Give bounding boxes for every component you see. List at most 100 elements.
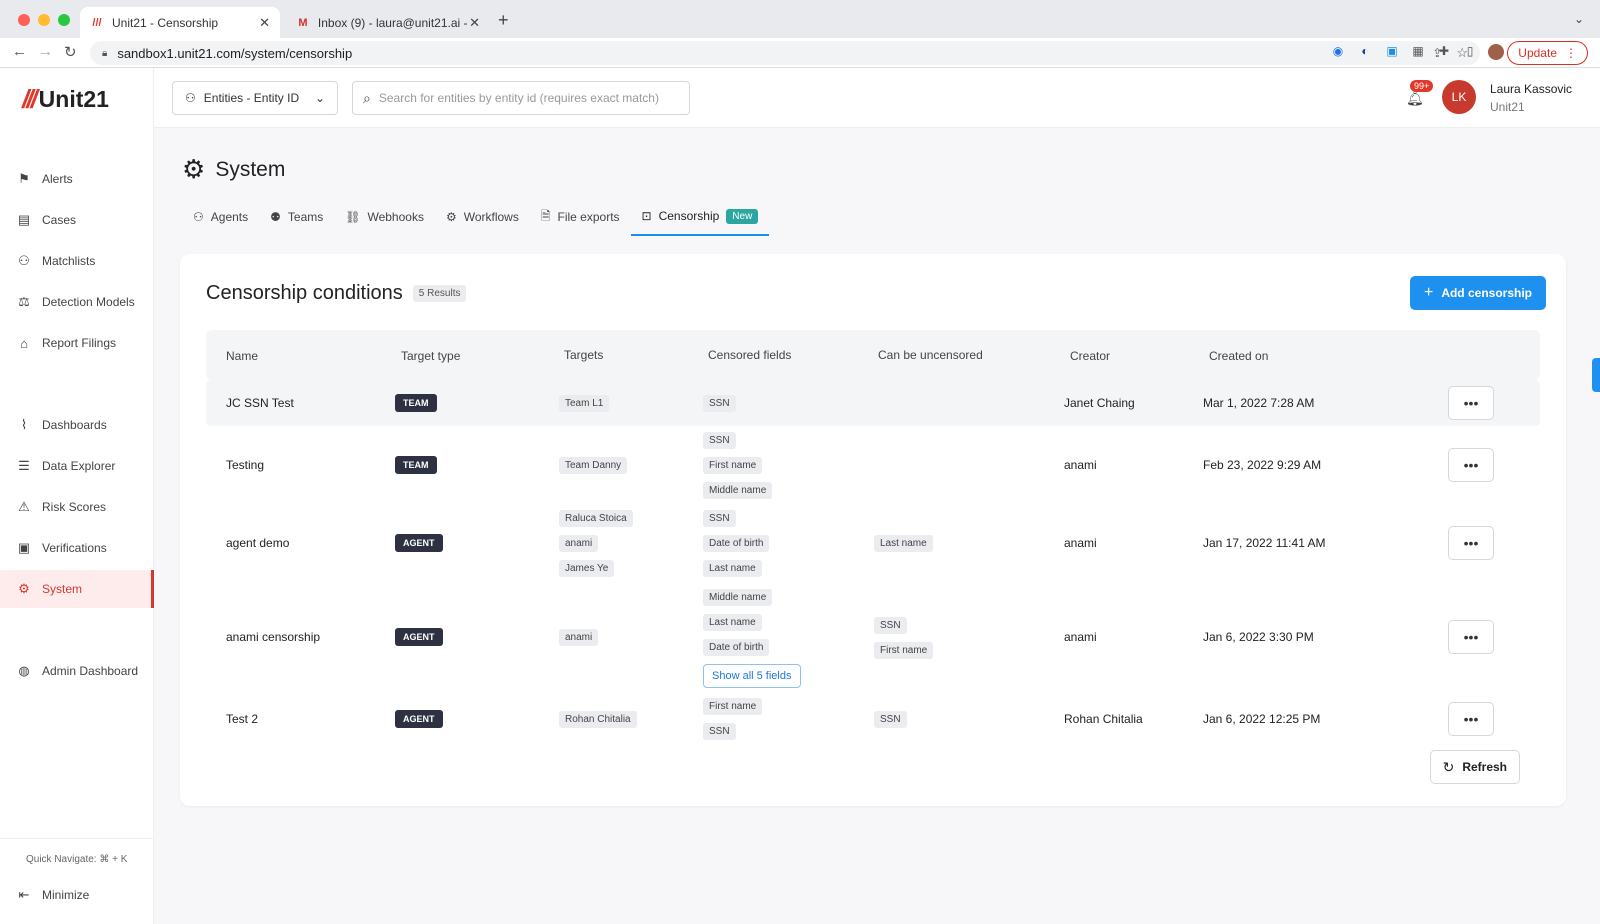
show-all-fields-button[interactable]: Show all 5 fields	[703, 664, 801, 688]
sidepanel-icon[interactable]: ▯	[1462, 44, 1478, 60]
sidebar-item-label: Admin Dashboard	[42, 664, 139, 678]
table-row[interactable]: Testing TEAM Team Danny SSN First name M…	[206, 426, 1540, 502]
gear-icon: ⚙	[18, 581, 30, 596]
sidebar-item-data-explorer[interactable]: ☰ Data Explorer	[0, 447, 154, 485]
sidebar-item-dashboards[interactable]: ⌇ Dashboards	[0, 406, 154, 444]
tab-workflows[interactable]: ⚙ Workflows	[435, 198, 530, 236]
extension-icon[interactable]: ▣	[1384, 44, 1400, 60]
row-created-on: Mar 1, 2022 7:28 AM	[1203, 396, 1315, 410]
minimize-sidebar-button[interactable]: ⇤ Minimize	[0, 876, 154, 914]
censorship-card: Censorship conditions 5 Results + Add ce…	[180, 254, 1566, 806]
forward-icon[interactable]: →	[38, 43, 53, 60]
link-icon: ⛓	[345, 210, 361, 224]
entity-type-select[interactable]: ⚇ Entities - Entity ID ⌄	[172, 81, 338, 115]
censored-field-chip: SSN	[703, 395, 736, 412]
browser-tab-gmail[interactable]: M Inbox (9) - laura@unit21.ai - Ur ✕	[286, 7, 490, 38]
help-widget-tab[interactable]	[1592, 358, 1600, 392]
sidebar-item-detection-models[interactable]: ⚖ Detection Models	[0, 283, 154, 321]
column-header-can-be-uncensored[interactable]: Can be uncensored	[878, 348, 983, 362]
sidebar-item-report-filings[interactable]: ⌂ Report Filings	[0, 324, 154, 362]
row-creator: Janet Chaing	[1064, 396, 1135, 410]
row-created-on: Jan 6, 2022 3:30 PM	[1203, 630, 1314, 644]
row-actions-button[interactable]: •••	[1448, 386, 1494, 420]
page-title-text: System	[215, 157, 286, 181]
entity-search-input[interactable]: ⌕ Search for entities by entity id (requ…	[352, 81, 690, 115]
sidebar-item-matchlists[interactable]: ⚇ Matchlists	[0, 242, 154, 280]
row-actions-button[interactable]: •••	[1448, 620, 1494, 654]
sidebar-item-label: Alerts	[42, 172, 73, 186]
logo-mark: ///	[22, 84, 38, 114]
target-chip: Rohan Chitalia	[559, 711, 637, 728]
tab-teams[interactable]: ⚉ Teams	[259, 198, 334, 236]
tab-agents[interactable]: ⚇ Agents	[182, 198, 259, 236]
tab-file-exports[interactable]: 🗎︎ File exports	[530, 198, 631, 236]
search-list-icon: ☰	[18, 458, 30, 473]
maximize-window-button[interactable]	[58, 14, 70, 26]
search-icon: ⌕	[363, 89, 371, 106]
table-row[interactable]: JC SSN Test TEAM Team L1 SSN Janet Chain…	[206, 380, 1540, 426]
target-chip: Team Danny	[559, 457, 628, 474]
row-actions-button[interactable]: •••	[1448, 448, 1494, 482]
user-name[interactable]: Laura Kassovic	[1490, 82, 1572, 96]
tab-search-chevron-icon[interactable]: ⌄	[1574, 12, 1584, 26]
uncensored-field-chip: Last name	[874, 535, 933, 552]
user-icon: ⚇	[193, 210, 204, 224]
reload-icon[interactable]: ↻	[64, 43, 77, 61]
sidebar-item-admin-dashboard[interactable]: ◍ Admin Dashboard	[0, 652, 154, 690]
back-icon[interactable]: ←	[12, 43, 27, 60]
gear-icon: ⚙	[445, 210, 457, 224]
column-header-targets[interactable]: Targets	[564, 348, 603, 362]
add-censorship-button[interactable]: + Add censorship	[1409, 276, 1546, 310]
address-bar[interactable]: 🔒︎ sandbox1.unit21.com/system/censorship…	[90, 41, 1480, 65]
censored-field-chip: Last name	[703, 560, 762, 577]
sidebar-item-system[interactable]: ⚙ System	[0, 570, 154, 608]
browser-tab-unit21[interactable]: /// Unit21 - Censorship ✕	[80, 7, 280, 38]
profile-avatar[interactable]	[1488, 44, 1504, 60]
column-header-target-type[interactable]: Target type	[401, 349, 460, 363]
column-header-name[interactable]: Name	[226, 349, 258, 363]
entity-select-label: Entities - Entity ID	[203, 91, 300, 105]
sidebar-item-verifications[interactable]: ▣ Verifications	[0, 529, 154, 567]
extension-icon[interactable]: ▦	[1410, 44, 1426, 60]
uncensored-field-chip: First name	[874, 642, 934, 659]
tab-strip: /// Unit21 - Censorship ✕ M Inbox (9) - …	[0, 0, 1600, 38]
sidebar-item-label: Dashboards	[42, 418, 107, 432]
row-creator: anami	[1064, 536, 1097, 550]
sidebar-item-cases[interactable]: ▤ Cases	[0, 201, 154, 239]
table-row[interactable]: Test 2 AGENT Rohan Chitalia First name S…	[206, 690, 1540, 746]
row-name: agent demo	[226, 536, 290, 550]
censored-field-chip: SSN	[703, 723, 736, 740]
row-actions-button[interactable]: •••	[1448, 702, 1494, 736]
tab-webhooks[interactable]: ⛓ Webhooks	[334, 198, 435, 236]
close-tab-icon[interactable]: ✕	[469, 15, 480, 31]
table-row[interactable]: agent demo AGENT Raluca Stoica anami Jam…	[206, 504, 1540, 582]
target-type-badge: TEAM	[395, 456, 437, 474]
update-button[interactable]: Update ⋮	[1507, 41, 1588, 65]
users-icon: ⚉	[270, 210, 281, 224]
chart-icon: ⌇	[20, 417, 28, 432]
censored-field-chip: First name	[703, 457, 763, 474]
row-actions-button[interactable]: •••	[1448, 526, 1494, 560]
close-window-button[interactable]	[18, 14, 30, 26]
card-title-text: Censorship conditions	[206, 282, 403, 304]
refresh-button[interactable]: ↻ Refresh	[1429, 750, 1520, 784]
bell-icon[interactable]: 🔔︎	[1406, 90, 1424, 107]
column-header-created-on[interactable]: Created on	[1209, 349, 1268, 363]
sidebar-item-alerts[interactable]: ⚑ Alerts	[0, 160, 154, 198]
uncensored-field-chip: SSN	[874, 617, 907, 634]
gmail-favicon-icon: M	[298, 16, 308, 29]
chevron-down-icon: ⌄	[314, 91, 325, 105]
extension-icon[interactable]: ◐	[1357, 44, 1373, 60]
tab-censorship[interactable]: ⊡ Censorship New	[630, 198, 770, 236]
user-avatar[interactable]: LK	[1442, 80, 1476, 114]
minimize-window-button[interactable]	[38, 14, 50, 26]
puzzle-icon[interactable]: ✚	[1436, 44, 1452, 60]
unit21-logo[interactable]: /// Unit21	[22, 84, 109, 115]
column-header-creator[interactable]: Creator	[1070, 349, 1110, 363]
table-row[interactable]: anami censorship AGENT anami Middle name…	[206, 584, 1540, 688]
extension-icon[interactable]: ◉	[1330, 44, 1346, 60]
close-tab-icon[interactable]: ✕	[259, 15, 270, 31]
sidebar-item-risk-scores[interactable]: ⚠ Risk Scores	[0, 488, 154, 526]
column-header-censored-fields[interactable]: Censored fields	[708, 348, 791, 362]
new-tab-icon[interactable]: +	[498, 10, 509, 31]
